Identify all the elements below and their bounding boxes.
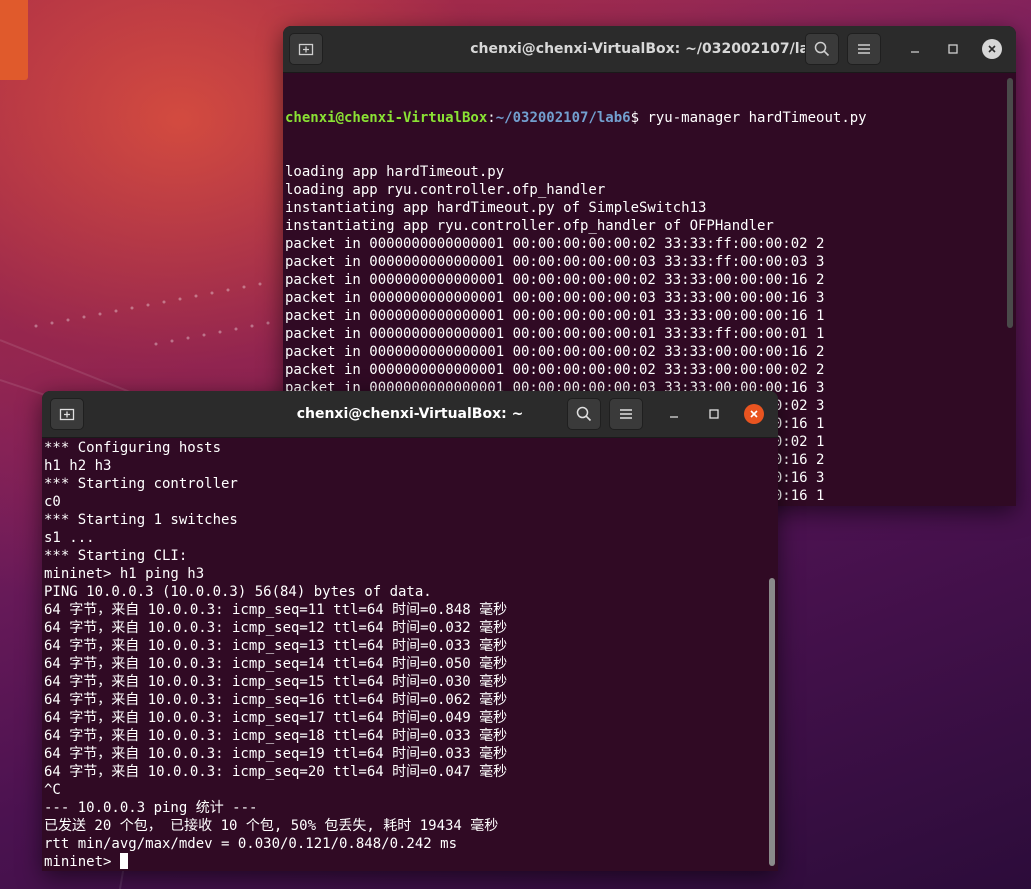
hamburger-menu-icon [858,44,870,54]
terminal-line: 64 字节，来自 10.0.0.3: icmp_seq=17 ttl=64 时间… [44,710,508,726]
minimize-icon [670,416,678,418]
terminal-line: packet in 0000000000000001 00:00:00:00:0… [285,272,825,288]
new-tab-icon [298,43,314,56]
terminal-line: packet in 0000000000000001 00:00:00:00:0… [285,236,825,252]
terminal-line: *** Starting 1 switches [44,512,238,528]
terminal-line: h1 h2 h3 [44,458,112,474]
terminal-line: mininet> h1 ping h3 [44,566,205,582]
close-icon [750,410,758,418]
mininet-prompt: mininet> [44,854,120,870]
close-icon [988,45,996,53]
terminal-line: packet in 0000000000000001 00:00:00:00:0… [285,290,825,306]
new-tab-button[interactable] [289,33,323,65]
text-cursor [119,853,128,869]
terminal-line: 64 字节，来自 10.0.0.3: icmp_seq=18 ttl=64 时间… [44,728,508,744]
prompt-dollar: $ [630,110,648,126]
terminal-line: packet in 0000000000000001 00:00:00:00:0… [285,308,825,324]
maximize-icon [709,409,719,419]
prompt-line: chenxi@chenxi-VirtualBox:~/032002107/lab… [285,109,1016,127]
new-tab-icon [59,408,75,421]
terminal-line: 64 字节，来自 10.0.0.3: icmp_seq=12 ttl=64 时间… [44,620,508,636]
hamburger-menu-icon [620,409,632,419]
prompt-line[interactable]: mininet> [44,853,778,871]
terminal-line: *** Configuring hosts [44,440,222,456]
terminal-line: s1 ... [44,530,95,546]
prompt-path: ~/032002107/lab6 [495,110,631,126]
terminal-line: 64 字节，来自 10.0.0.3: icmp_seq=15 ttl=64 时间… [44,674,508,690]
search-button[interactable] [567,398,601,430]
minimize-icon [911,51,919,53]
search-button[interactable] [805,33,839,65]
terminal-line: packet in 0000000000000001 00:00:00:00:0… [285,362,825,378]
terminal-line: 64 字节，来自 10.0.0.3: icmp_seq=16 ttl=64 时间… [44,692,508,708]
terminal-line: packet in 0000000000000001 00:00:00:00:0… [285,326,825,342]
terminal-line: loading app hardTimeout.py [285,164,505,180]
terminal-line: *** Starting CLI: [44,548,188,564]
maximize-button[interactable] [943,39,963,59]
minimize-button[interactable] [664,404,684,424]
terminal-line: 64 字节，来自 10.0.0.3: icmp_seq=14 ttl=64 时间… [44,656,508,672]
terminal-line: 64 字节，来自 10.0.0.3: icmp_seq=19 ttl=64 时间… [44,746,508,762]
terminal-line: instantiating app hardTimeout.py of Simp… [285,200,707,216]
titlebar[interactable]: chenxi@chenxi-VirtualBox: ~ [42,391,778,438]
new-tab-button[interactable] [50,398,84,430]
prompt-command: ryu-manager hardTimeout.py [647,110,867,126]
terminal-line: ^C [44,782,61,798]
terminal-line: 64 字节，来自 10.0.0.3: icmp_seq=13 ttl=64 时间… [44,638,508,654]
terminal-line: PING 10.0.0.3 (10.0.0.3) 56(84) bytes of… [44,584,432,600]
close-button[interactable] [744,404,764,424]
scrollbar[interactable] [769,578,775,866]
terminal-line: c0 [44,494,61,510]
search-icon [814,41,830,57]
menu-button[interactable] [847,33,881,65]
terminal-line: loading app ryu.controller.ofp_handler [285,182,606,198]
terminal-line: packet in 0000000000000001 00:00:00:00:0… [285,344,825,360]
prompt-separator: : [487,110,496,126]
terminal-window-mininet[interactable]: chenxi@chenxi-VirtualBox: ~ *** Configur… [42,391,778,871]
maximize-icon [948,44,958,54]
terminal-output[interactable]: *** Configuring hosts h1 h2 h3 *** Startin… [42,439,778,871]
terminal-line: instantiating app ryu.controller.ofp_han… [285,218,774,234]
search-icon [576,406,592,422]
terminal-line: --- 10.0.0.3 ping 统计 --- [44,800,258,816]
terminal-line: rtt min/avg/max/mdev = 0.030/0.121/0.848… [44,836,458,852]
terminal-line: 64 字节，来自 10.0.0.3: icmp_seq=11 ttl=64 时间… [44,602,508,618]
minimize-button[interactable] [905,39,925,59]
maximize-button[interactable] [704,404,724,424]
terminal-line: 已发送 20 个包， 已接收 10 个包, 50% 包丢失, 耗时 19434 … [44,818,499,834]
scrollbar[interactable] [1007,78,1013,328]
terminal-line: *** Starting controller [44,476,238,492]
terminal-line: packet in 0000000000000001 00:00:00:00:0… [285,254,825,270]
prompt-user: chenxi@chenxi-VirtualBox [285,110,488,126]
titlebar[interactable]: chenxi@chenxi-VirtualBox: ~/032002107/la… [283,26,1016,73]
close-button[interactable] [982,39,1002,59]
menu-button[interactable] [609,398,643,430]
terminal-line: 64 字节，来自 10.0.0.3: icmp_seq=20 ttl=64 时间… [44,764,508,780]
